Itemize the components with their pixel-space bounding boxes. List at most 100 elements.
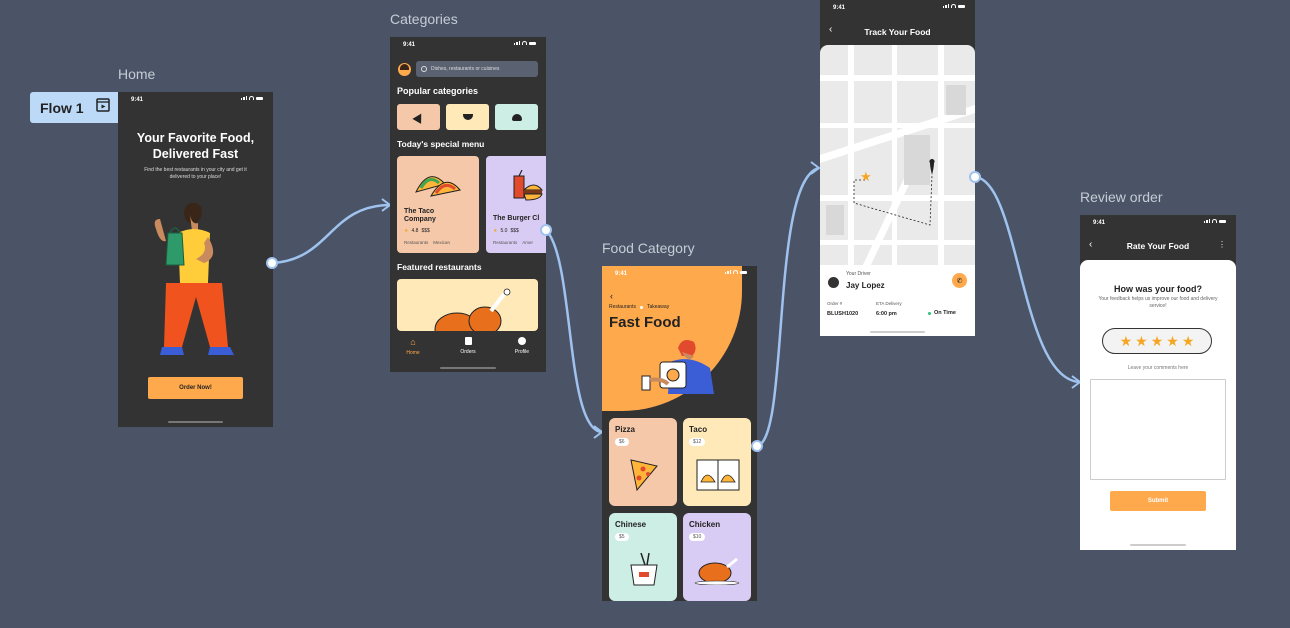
star-icon[interactable]: ★ (1120, 334, 1133, 348)
categories-screen: 9:41 Dishes, restaurants or cuisines Pop… (390, 37, 546, 372)
breadcrumb-dot (639, 305, 643, 309)
nav-profile[interactable]: Profile (508, 337, 536, 355)
home-indicator (440, 367, 496, 369)
avatar[interactable] (398, 63, 411, 76)
more-icon[interactable]: ⋮ (1218, 240, 1226, 249)
frame-label-review: Review order (1080, 189, 1163, 205)
card-name: The Taco Company (404, 208, 436, 223)
review-card: How was your food? Your feedback helps u… (1080, 260, 1236, 550)
star-rating[interactable]: ★ ★ ★ ★ ★ (1102, 328, 1212, 354)
taco-box-illustration (696, 459, 740, 491)
frame-label-food-category: Food Category (602, 240, 695, 256)
eta-label: ETA Delivery (876, 301, 902, 306)
page-title: Rate Your Food (1126, 241, 1190, 251)
bottom-nav: ⌂ Home Orders Profile (390, 331, 546, 372)
driver-name: Jay Lopez (846, 281, 885, 290)
card-tags: Restaurants Amer (493, 240, 534, 245)
tile-pizza[interactable]: Pizza $6 (609, 418, 677, 506)
featured-heading: Featured restaurants (397, 262, 482, 272)
category-burger[interactable] (495, 104, 538, 130)
tile-chinese[interactable]: Chinese $5 (609, 513, 677, 601)
category-pizza[interactable] (397, 104, 440, 130)
breadcrumb: Restaurants Takeaway (609, 304, 670, 310)
star-icon: ★ (404, 228, 409, 234)
review-helper: Your feedback helps us improve our food … (1098, 296, 1218, 309)
phone-icon: ✆ (956, 277, 963, 285)
category-bowl[interactable] (446, 104, 489, 130)
special-heading: Today's special menu (397, 139, 485, 149)
delivery-woman-illustration (641, 340, 714, 394)
profile-icon (518, 337, 526, 345)
star-icon[interactable]: ★ (1166, 334, 1179, 348)
connection-handle[interactable] (540, 224, 552, 236)
map-streets: ★ (820, 45, 975, 271)
star-icon: ★ (493, 228, 498, 234)
driver-label: Your Driver (846, 271, 871, 277)
card-meta: ★ 5.0 $$$ (493, 228, 519, 234)
map[interactable]: ★ (820, 45, 975, 271)
bowl-icon (462, 114, 473, 120)
status-dot (928, 311, 931, 315)
review-screen: 9:41 ‹ Rate Your Food ⋮ How was your foo… (1080, 215, 1236, 550)
status-badge: On Time (928, 310, 956, 316)
driver-avatar (828, 277, 839, 288)
order-label: Order # (827, 301, 843, 306)
call-button[interactable]: ✆ (952, 273, 967, 288)
review-question: How was your food? (1113, 284, 1202, 294)
driver-panel: Your Driver Jay Lopez ✆ Order # BLUSH102… (820, 265, 975, 336)
play-frame-icon (95, 98, 110, 117)
burger-drink-illustration (513, 170, 544, 201)
special-card-burger[interactable]: The Burger Cl ★ 5.0 $$$ Restaurants Amer (486, 156, 546, 253)
woman-shopping-illustration (154, 202, 234, 355)
special-card-taco[interactable]: The Taco Company ★ 4.8 $$$ Restaurants M… (397, 156, 479, 253)
tile-chicken[interactable]: Chicken $10 (683, 513, 751, 601)
status-bar: 9:41 (118, 92, 273, 108)
popular-heading: Popular categories (397, 86, 479, 96)
status-bar: 9:41 (1080, 215, 1236, 231)
card-name: The Burger Cl (493, 215, 540, 222)
star-icon[interactable]: ★ (1182, 334, 1195, 348)
eta-value: 6:00 pm (876, 311, 897, 317)
svg-text:★: ★ (860, 170, 872, 185)
order-now-button[interactable]: Order Now! (148, 377, 243, 399)
star-icon[interactable]: ★ (1151, 334, 1164, 348)
connection-handle[interactable] (266, 257, 278, 269)
comment-textarea[interactable] (1090, 379, 1226, 480)
star-icon[interactable]: ★ (1135, 334, 1148, 348)
search-input[interactable]: Dishes, restaurants or cuisines (416, 61, 538, 77)
submit-button[interactable]: Submit (1110, 491, 1206, 511)
search-icon (421, 66, 427, 72)
nav-orders[interactable]: Orders (454, 337, 482, 355)
status-bar: 9:41 (820, 0, 975, 16)
card-tags: Restaurants Mexican (404, 240, 451, 245)
home-title: Your Favorite Food, Delivered Fast (136, 131, 255, 161)
roast-chicken-illustration (434, 288, 511, 331)
pizza-icon (411, 110, 426, 124)
pizza-slice-illustration (630, 459, 658, 492)
featured-card[interactable] (397, 279, 538, 331)
search-placeholder: Dishes, restaurants or cuisines (431, 66, 500, 72)
back-icon[interactable]: ‹ (610, 291, 613, 301)
burger-icon (511, 113, 522, 121)
page-title: Track Your Food (864, 27, 931, 37)
takeout-box-illustration (630, 553, 658, 586)
home-screen: 9:41 Your Favorite Food, Delivered Fast … (118, 92, 273, 427)
card-meta: ★ 4.8 $$$ (404, 228, 430, 234)
connection-handle[interactable] (751, 440, 763, 452)
food-category-screen: 9:41 ‹ Restaurants Takeaway Fast Food Pi… (602, 266, 757, 601)
home-indicator (870, 331, 925, 333)
tile-taco[interactable]: Taco $12 (683, 418, 751, 506)
bag-icon (464, 337, 472, 345)
status-bar: 9:41 (390, 37, 546, 53)
flow-chip[interactable]: Flow 1 (30, 92, 120, 123)
frame-label-home: Home (118, 66, 156, 82)
nav-home[interactable]: ⌂ Home (400, 337, 426, 356)
flow-chip-label: Flow 1 (40, 99, 84, 116)
connection-handle[interactable] (969, 171, 981, 183)
page-title: Fast Food (609, 314, 681, 331)
track-screen: 9:41 ‹ Track Your Food ★ Your Driver Jay… (820, 0, 975, 336)
taco-illustration (415, 176, 461, 197)
home-subtitle: Find the best restaurants in your city a… (144, 167, 247, 180)
status-bar: 9:41 (602, 266, 757, 282)
home-icon: ⌂ (410, 337, 416, 347)
